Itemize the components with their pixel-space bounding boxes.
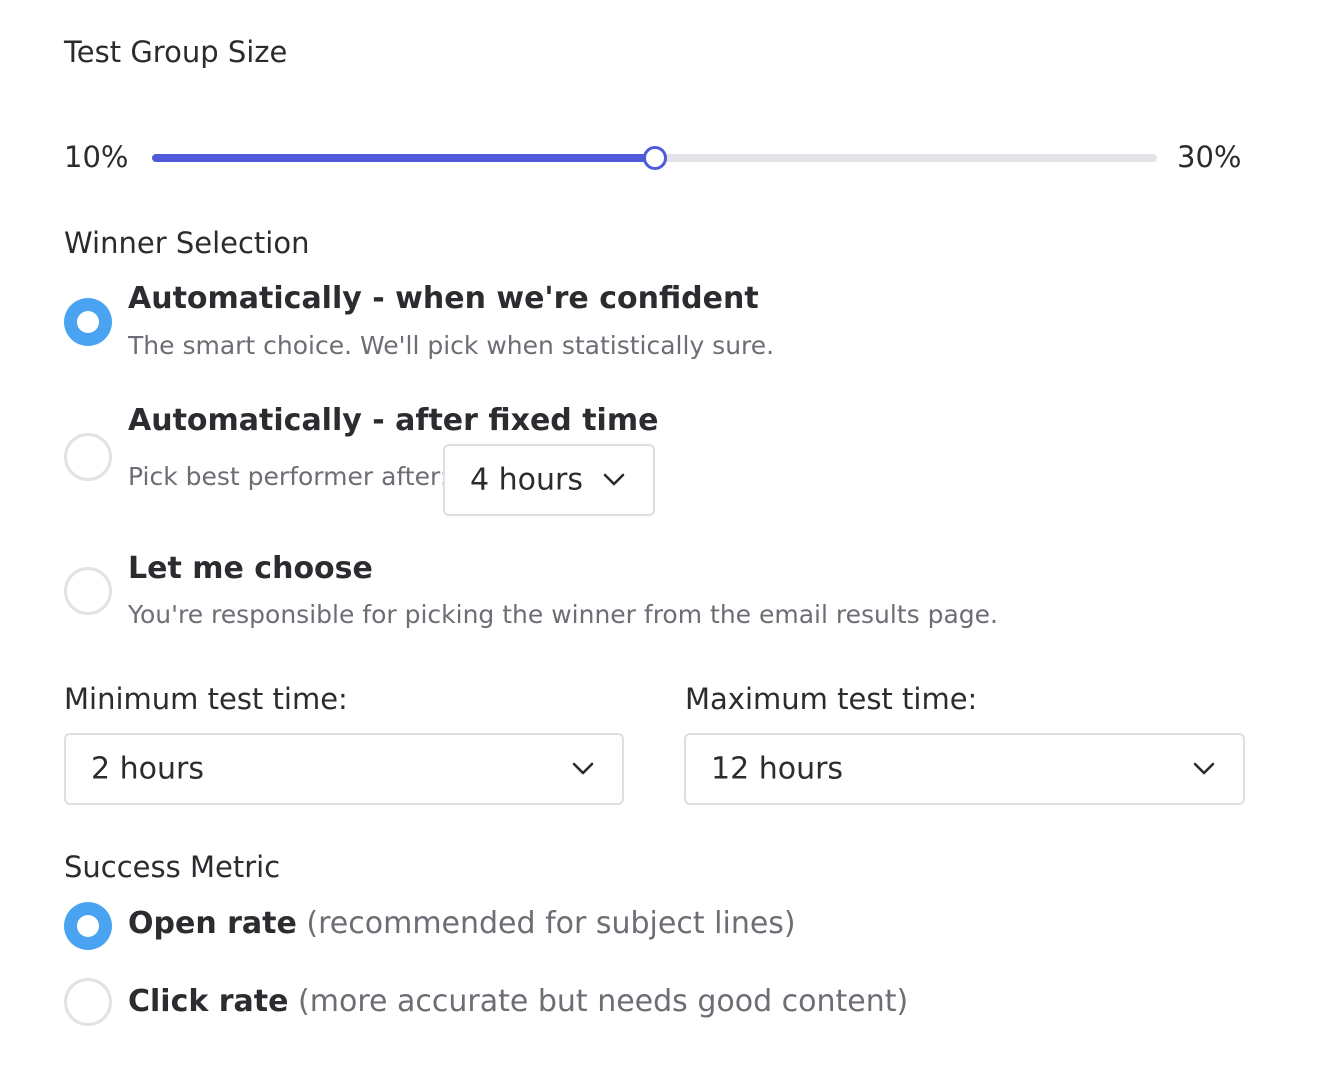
slider-max-label: 30% bbox=[1177, 140, 1242, 174]
winner-fixed-time-title: Automatically - after fixed time bbox=[128, 403, 659, 438]
maximum-test-time-value: 12 hours bbox=[711, 751, 844, 787]
minimum-test-time-label: Minimum test time: bbox=[64, 682, 348, 716]
maximum-test-time-label: Maximum test time: bbox=[685, 682, 978, 716]
winner-fixed-time-radio[interactable] bbox=[64, 433, 112, 481]
open-rate-radio[interactable] bbox=[64, 902, 112, 950]
test-group-size-slider[interactable] bbox=[152, 146, 1157, 170]
click-rate-radio[interactable] bbox=[64, 978, 112, 1026]
minimum-test-time-value: 2 hours bbox=[91, 751, 204, 787]
fixed-time-select-value: 4 hours bbox=[470, 462, 583, 498]
slider-min-label: 10% bbox=[64, 140, 129, 174]
winner-manual-title: Let me choose bbox=[128, 551, 373, 586]
click-rate-note: (more accurate but needs good content) bbox=[298, 984, 909, 1019]
slider-fill bbox=[152, 154, 655, 162]
open-rate-title: Open rate bbox=[128, 906, 297, 941]
maximum-test-time-select[interactable]: 12 hours bbox=[684, 733, 1245, 805]
winner-confident-radio[interactable] bbox=[64, 298, 112, 346]
chevron-down-icon bbox=[603, 473, 625, 486]
chevron-down-icon bbox=[1193, 762, 1215, 775]
winner-fixed-time-description: Pick best performer after: bbox=[128, 462, 449, 491]
test-group-size-label: Test Group Size bbox=[64, 35, 288, 69]
winner-confident-description: The smart choice. We'll pick when statis… bbox=[128, 331, 775, 360]
winner-confident-title: Automatically - when we're confident bbox=[128, 281, 759, 316]
slider-thumb[interactable] bbox=[642, 146, 667, 170]
chevron-down-icon bbox=[572, 762, 594, 775]
open-rate-note: (recommended for subject lines) bbox=[306, 906, 796, 941]
winner-manual-radio[interactable] bbox=[64, 567, 112, 615]
winner-manual-description: You're responsible for picking the winne… bbox=[128, 600, 998, 629]
open-rate-option: Open rate (recommended for subject lines… bbox=[128, 909, 796, 939]
minimum-test-time-select[interactable]: 2 hours bbox=[64, 733, 624, 805]
winner-selection-label: Winner Selection bbox=[64, 226, 310, 260]
success-metric-label: Success Metric bbox=[64, 850, 281, 884]
click-rate-option: Click rate (more accurate but needs good… bbox=[128, 987, 908, 1017]
fixed-time-select[interactable]: 4 hours bbox=[443, 444, 655, 516]
click-rate-title: Click rate bbox=[128, 984, 289, 1019]
